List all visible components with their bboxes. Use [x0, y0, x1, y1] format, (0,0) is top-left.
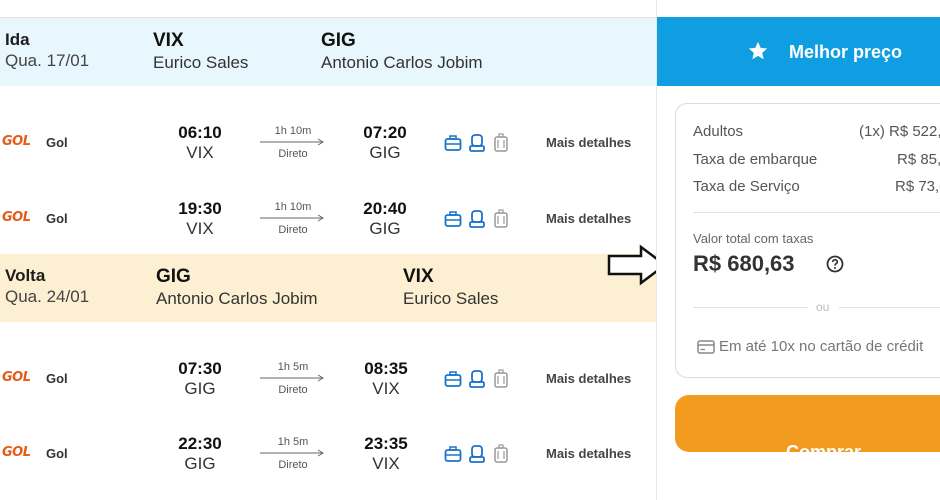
arrival-airport: VIX: [372, 379, 400, 398]
segment-label: Volta: [5, 266, 46, 285]
backpack-icon: [469, 134, 485, 152]
baggage-icons: [444, 444, 510, 464]
gol-logo: GOL: [2, 210, 31, 225]
best-price-banner: Melhor preço: [657, 17, 940, 86]
question-circle-icon[interactable]: [826, 255, 844, 273]
flight-stops: Direto: [278, 148, 308, 160]
flight-list: Ida Qua. 17/01 VIX Eurico Sales GIG Anto…: [0, 0, 656, 500]
departure-airport: VIX: [186, 143, 214, 162]
price-sidebar: Melhor preço Adultos (1x) R$ 522,0 Taxa …: [656, 0, 940, 500]
route-arrow-icon: [260, 138, 324, 146]
flight-stops: Direto: [278, 459, 308, 471]
suitcase-icon: [494, 133, 508, 152]
origin-code: GIG: [156, 266, 191, 287]
boarding-fee-value: R$ 85,: [897, 151, 940, 168]
service-fee-value: R$ 73,0: [895, 178, 940, 195]
arrival-time: 08:35: [364, 359, 408, 378]
details-link[interactable]: Mais detalhes: [546, 135, 631, 150]
boarding-fee-label: Taxa de embarque: [693, 151, 818, 168]
divider: [839, 307, 940, 308]
backpack-icon: [469, 370, 485, 388]
arrival-airport: GIG: [369, 219, 401, 238]
outbound-header: Ida Qua. 17/01 VIX Eurico Sales GIG Anto…: [0, 18, 656, 86]
total-price: R$ 680,63: [693, 251, 795, 276]
price-summary-card: Adultos (1x) R$ 522,0 Taxa de embarque R…: [675, 103, 940, 378]
baggage-icons: [444, 369, 510, 389]
destination-airport: Antonio Carlos Jobim: [321, 53, 483, 72]
departure-time: 06:10: [178, 123, 222, 142]
baggage-icons: [444, 209, 510, 229]
flight-duration: 1h 5m: [277, 361, 309, 373]
buy-button[interactable]: Comprar: [675, 395, 940, 462]
departure-airport: GIG: [184, 379, 216, 398]
origin-airport: Eurico Sales: [153, 53, 249, 72]
details-link[interactable]: Mais detalhes: [546, 371, 631, 386]
origin-code: VIX: [153, 30, 184, 51]
backpack-icon: [469, 210, 485, 228]
flight-stops: Direto: [278, 224, 308, 236]
flight-row[interactable]: GOL Gol 19:30 VIX 1h 10m Direto 20:40 GI…: [0, 197, 656, 257]
departure-airport: GIG: [184, 454, 216, 473]
return-header: Volta Qua. 24/01 GIG Antonio Carlos Jobi…: [0, 254, 656, 322]
baggage-icons: [444, 133, 510, 153]
service-fee-label: Taxa de Serviço: [693, 178, 800, 195]
departure-time: 19:30: [178, 199, 222, 218]
divider: [693, 307, 808, 308]
briefcase-icon: [444, 371, 462, 387]
route-arrow-icon: [260, 374, 324, 382]
flight-row[interactable]: GOL Gol 07:30 GIG 1h 5m Direto 08:35 VIX…: [0, 357, 656, 417]
flight-row[interactable]: GOL Gol 22:30 GIG 1h 5m Direto 23:35 VIX…: [0, 432, 656, 492]
route-arrow-icon: [260, 214, 324, 222]
briefcase-icon: [444, 211, 462, 227]
suitcase-icon: [494, 209, 508, 228]
flight-duration: 1h 10m: [274, 201, 312, 213]
briefcase-icon: [444, 135, 462, 151]
gol-logo: GOL: [2, 370, 31, 385]
flight-row[interactable]: GOL Gol 06:10 VIX 1h 10m Direto 07:20 GI…: [0, 121, 656, 181]
divider: [693, 212, 940, 213]
arrival-airport: GIG: [369, 143, 401, 162]
arrival-time: 23:35: [364, 434, 408, 453]
airline-name: Gol: [46, 446, 68, 461]
departure-time: 22:30: [178, 434, 222, 453]
destination-code: GIG: [321, 30, 356, 51]
or-separator: ou: [816, 300, 830, 314]
destination-code: VIX: [403, 266, 434, 287]
briefcase-icon: [444, 446, 462, 462]
departure-time: 07:30: [178, 359, 222, 378]
airline-name: Gol: [46, 371, 68, 386]
details-link[interactable]: Mais detalhes: [546, 211, 631, 226]
credit-card-icon: [697, 340, 715, 354]
arrival-time: 07:20: [363, 123, 407, 142]
buy-button-label: Comprar: [786, 441, 862, 462]
segment-label: Ida: [5, 30, 30, 49]
details-link[interactable]: Mais detalhes: [546, 446, 631, 461]
segment-date: Qua. 24/01: [5, 287, 90, 306]
adults-label: Adultos: [693, 123, 744, 140]
installments-info: Em até 10x no cartão de crédit: [719, 338, 924, 355]
departure-airport: VIX: [186, 219, 214, 238]
suitcase-icon: [494, 444, 508, 463]
arrival-airport: VIX: [372, 454, 400, 473]
backpack-icon: [469, 445, 485, 463]
best-price-label: Melhor preço: [789, 42, 903, 62]
gol-logo: GOL: [2, 134, 31, 149]
flight-duration: 1h 5m: [277, 436, 309, 448]
origin-airport: Antonio Carlos Jobim: [156, 289, 318, 308]
gol-logo: GOL: [2, 445, 31, 460]
flight-duration: 1h 10m: [274, 125, 312, 137]
flight-stops: Direto: [278, 384, 308, 396]
airline-name: Gol: [46, 135, 68, 150]
airline-name: Gol: [46, 211, 68, 226]
total-label: Valor total com taxas: [693, 231, 814, 246]
adults-value: (1x) R$ 522,0: [859, 123, 940, 140]
star-icon: [748, 41, 768, 60]
destination-airport: Eurico Sales: [403, 289, 499, 308]
segment-date: Qua. 17/01: [5, 51, 90, 70]
route-arrow-icon: [260, 449, 324, 457]
arrival-time: 20:40: [363, 199, 407, 218]
suitcase-icon: [494, 369, 508, 388]
